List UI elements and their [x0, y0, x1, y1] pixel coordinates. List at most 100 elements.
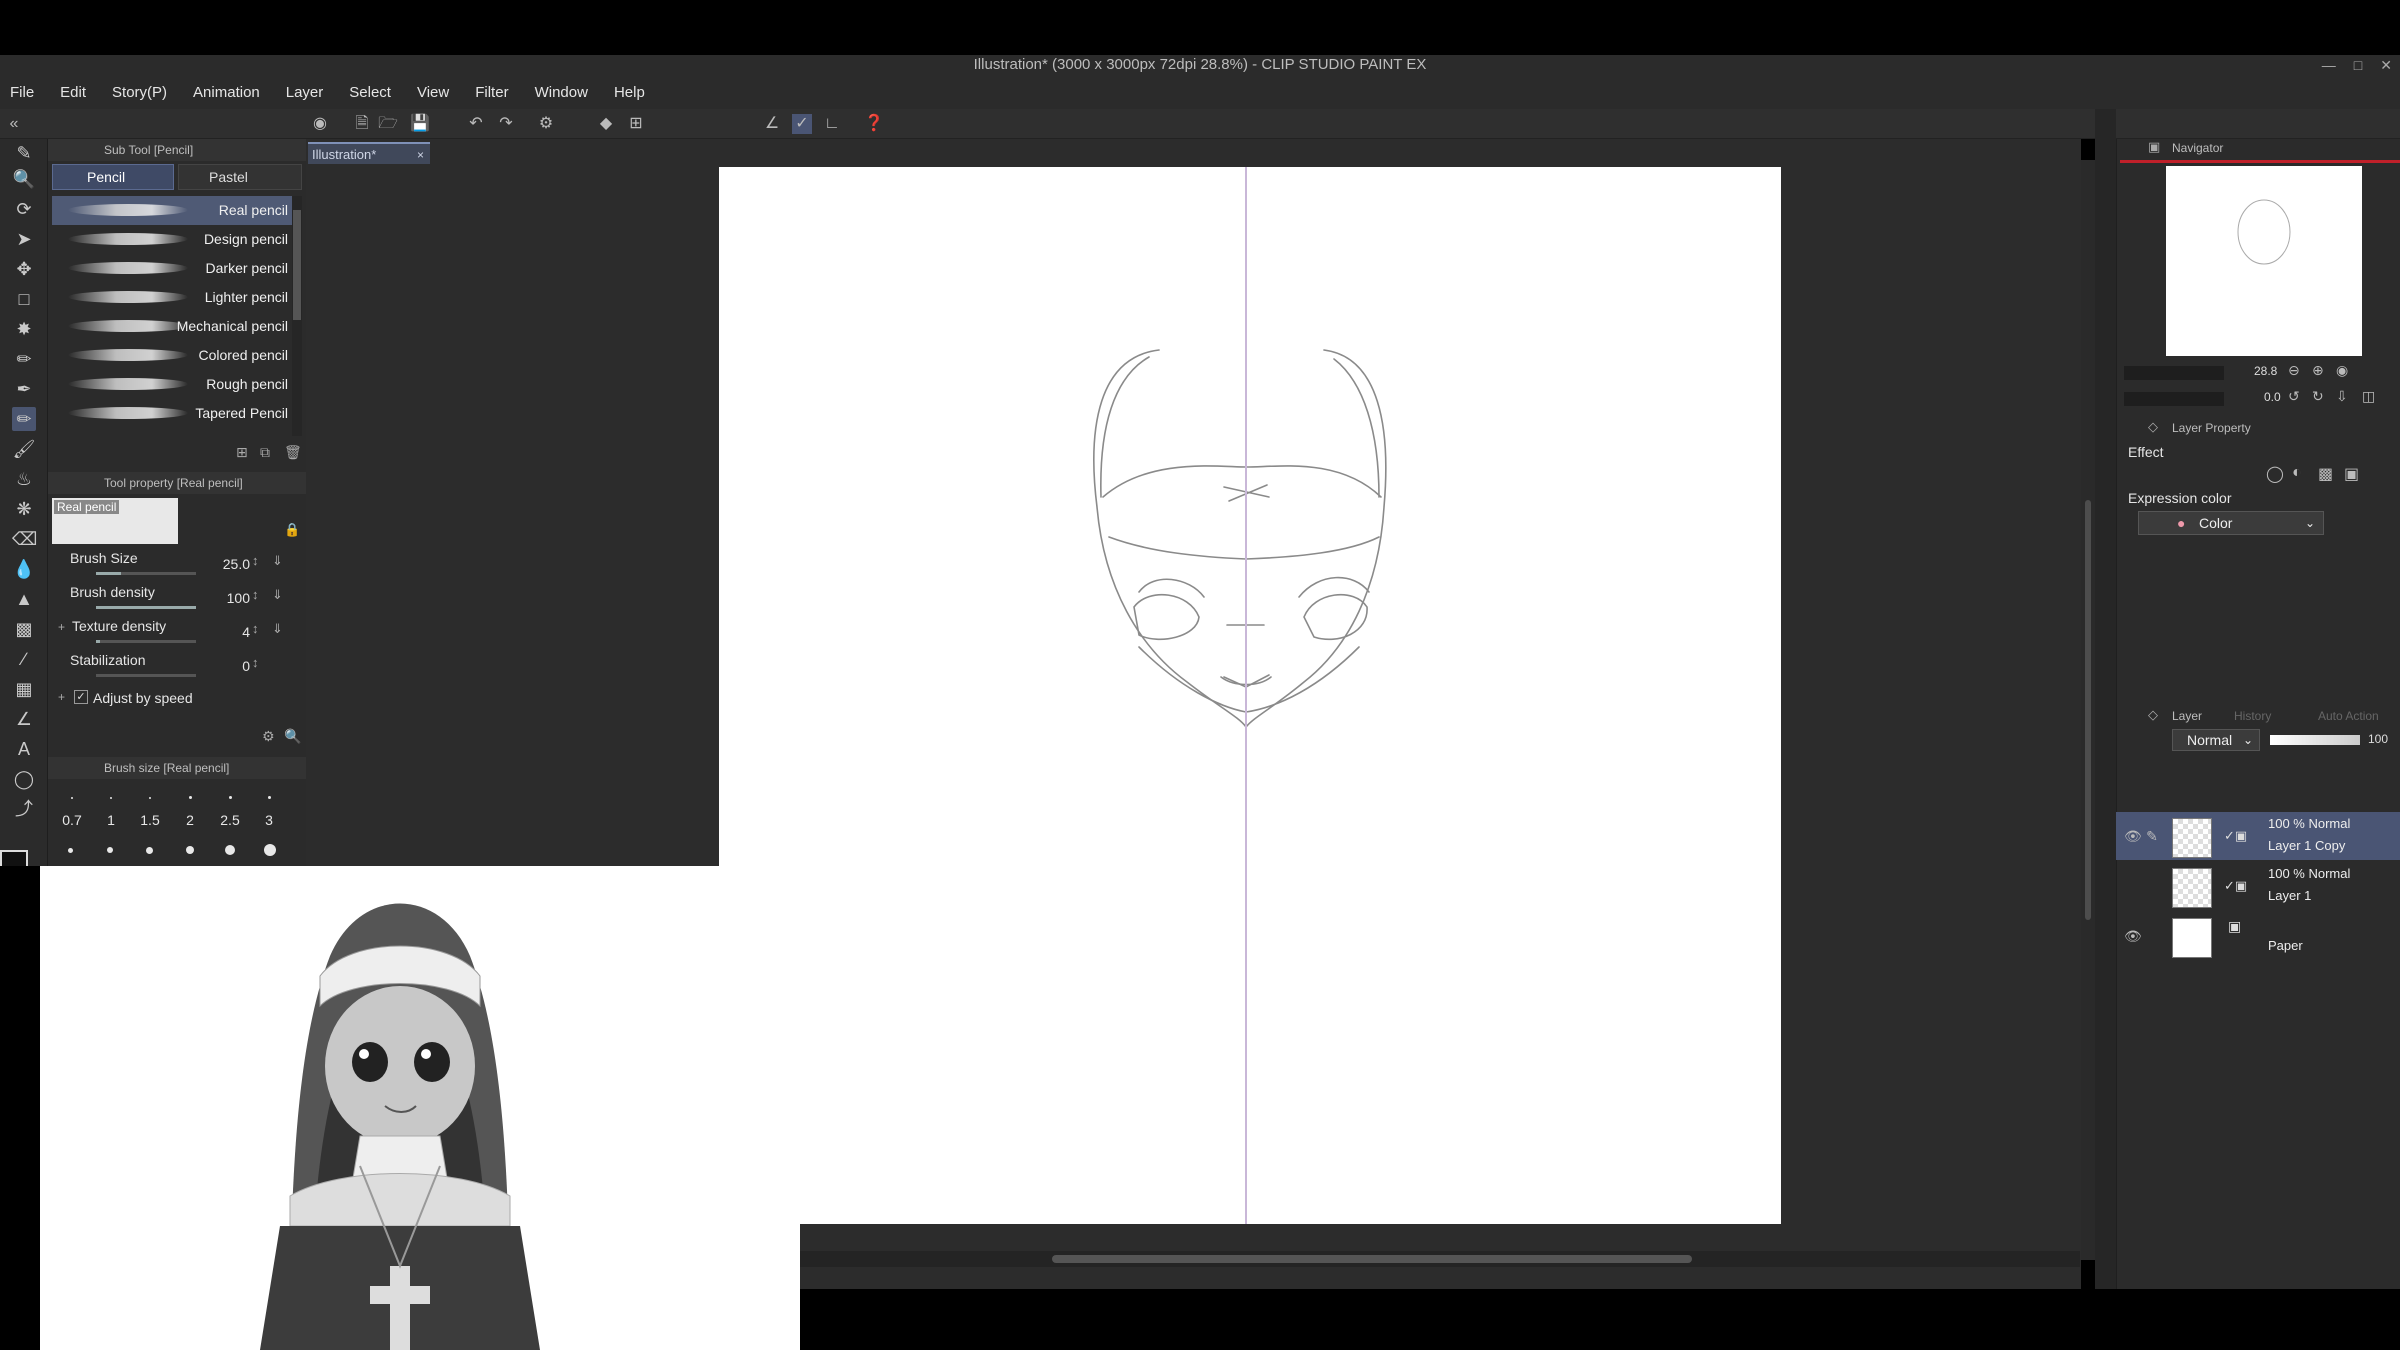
menu-help[interactable]: Help — [614, 84, 645, 101]
rotate-left-icon[interactable]: ↺ — [2288, 388, 2300, 405]
blend-mode-dropdown[interactable]: Normal ⌄ — [2172, 729, 2260, 751]
menu-animation[interactable]: Animation — [193, 84, 260, 101]
move-icon[interactable]: ✥ — [12, 257, 36, 281]
rotate-slider[interactable] — [2124, 392, 2224, 406]
tab-pastel[interactable]: Pastel — [178, 164, 302, 190]
help-icon[interactable]: ❓ — [864, 114, 884, 134]
pen-icon[interactable]: ✒ — [12, 377, 36, 401]
brush-design-pencil[interactable]: Design pencil — [52, 225, 292, 254]
eyedropper-icon[interactable]: ✏ — [12, 347, 36, 371]
layer-color-icon[interactable]: ▣ — [2344, 464, 2359, 484]
special-ruler-icon[interactable]: ∟ — [822, 114, 842, 134]
pencil-icon[interactable]: ✏ — [12, 407, 36, 431]
crop-icon[interactable]: ⊞ — [626, 114, 646, 134]
adjust-speed-checkbox[interactable]: ✓ — [74, 690, 88, 704]
brush-size-option[interactable]: 1.5 — [135, 812, 165, 828]
rotation-value[interactable]: 0.0 — [2264, 390, 2281, 404]
brush-size-dot[interactable] — [225, 845, 235, 855]
border-effect-icon[interactable]: ◯ — [2266, 464, 2284, 484]
decoration-icon[interactable]: ❋ — [12, 497, 36, 521]
expression-color-dropdown[interactable]: Color ● ⌄ — [2138, 511, 2324, 535]
brush-size-option[interactable]: 1 — [96, 812, 126, 828]
brush-rough-pencil[interactable]: Rough pencil — [52, 370, 292, 399]
blend-icon[interactable]: 💧 — [12, 557, 36, 581]
fill-icon[interactable]: ◆ — [596, 114, 616, 134]
menu-select[interactable]: Select — [349, 84, 391, 101]
menu-window[interactable]: Window — [535, 84, 588, 101]
pressure-icon[interactable]: ⇓ — [272, 621, 283, 637]
reset-rotation-icon[interactable]: ⇩ — [2336, 388, 2348, 405]
gradient-icon[interactable]: ▩ — [12, 617, 36, 641]
menu-file[interactable]: File — [10, 84, 34, 101]
add-subtool-icon[interactable]: ⊞ — [236, 444, 248, 461]
balloon-icon[interactable]: ◯ — [12, 767, 36, 791]
lock-icon[interactable]: 🔒 — [284, 522, 300, 538]
eye-icon[interactable]: 👁 — [2124, 928, 2142, 944]
ruler-tool-icon[interactable]: ∠ — [12, 707, 36, 731]
magic-wand-icon[interactable]: ✸ — [12, 317, 36, 341]
opacity-slider[interactable] — [2270, 735, 2360, 745]
tone-icon[interactable]: ▩ — [2318, 464, 2333, 484]
brush-size-dot[interactable] — [149, 797, 151, 799]
text-icon[interactable]: A — [12, 737, 36, 761]
settings-icon[interactable]: ⚙ — [536, 114, 556, 134]
menu-edit[interactable]: Edit — [60, 84, 86, 101]
layer-row-paper[interactable]: 👁 ▣ Paper — [2116, 912, 2400, 960]
delete-subtool-icon[interactable]: 🗑 — [284, 444, 302, 461]
brush-size-dot[interactable] — [264, 844, 276, 856]
clip-studio-icon[interactable]: ◉ — [310, 114, 330, 134]
brush-size-dot[interactable] — [268, 796, 271, 799]
brush-size-dot[interactable] — [68, 848, 73, 853]
menu-story[interactable]: Story(P) — [112, 84, 167, 101]
horizontal-scroll-thumb[interactable] — [1052, 1255, 1692, 1263]
pressure-icon[interactable]: ⇓ — [272, 553, 283, 569]
maximize-button[interactable]: □ — [2354, 57, 2362, 73]
search-icon[interactable]: 🔍 — [284, 728, 301, 745]
texture-density-slider[interactable] — [96, 640, 196, 643]
brush-size-dot[interactable] — [107, 847, 113, 853]
pen-tool-icon[interactable]: ✎ — [12, 141, 36, 165]
brush-size-dot[interactable] — [186, 846, 194, 854]
brush-size-option[interactable]: 2.5 — [215, 812, 245, 828]
navigator-header[interactable]: Navigator — [2172, 141, 2223, 155]
layer-row-layer-1-copy[interactable]: 👁 ✎ ✓▣ 100 % Normal Layer 1 Copy — [2116, 812, 2400, 860]
fit-icon[interactable]: ◉ — [2336, 362, 2348, 379]
brush-icon[interactable]: 🖌 — [12, 437, 36, 461]
brush-tapered-pencil[interactable]: Tapered Pencil — [52, 399, 292, 428]
brush-density-value[interactable]: 100 — [190, 590, 250, 606]
zoom-value[interactable]: 28.8 — [2254, 364, 2277, 378]
brush-size-dot[interactable] — [71, 797, 73, 799]
duplicate-subtool-icon[interactable]: ⧉ — [260, 444, 270, 461]
brush-size-dot[interactable] — [146, 847, 153, 854]
brush-size-spinner[interactable]: ↕ — [252, 553, 259, 568]
brush-density-spinner[interactable]: ↕ — [252, 587, 259, 602]
zoom-slider[interactable] — [2124, 366, 2224, 380]
zoom-out-icon[interactable]: ⊖ — [2288, 362, 2300, 379]
brush-mechanical-pencil[interactable]: Mechanical pencil — [52, 312, 292, 341]
layer-property-header[interactable]: Layer Property — [2172, 421, 2251, 435]
rotate-right-icon[interactable]: ↻ — [2312, 388, 2324, 405]
save-icon[interactable]: 💾 — [410, 114, 430, 134]
stabilization-slider[interactable] — [96, 674, 196, 677]
tab-history[interactable]: History — [2234, 709, 2271, 723]
extract-line-icon[interactable]: ◐ — [2292, 464, 2302, 482]
redo-icon[interactable]: ↷ — [496, 114, 516, 134]
brush-colored-pencil[interactable]: Colored pencil — [52, 341, 292, 370]
brush-size-option[interactable]: 3 — [254, 812, 284, 828]
undo-icon[interactable]: ↶ — [466, 114, 486, 134]
brush-size-dot[interactable] — [229, 796, 232, 799]
minimize-button[interactable]: — — [2322, 57, 2336, 73]
brush-size-dot[interactable] — [189, 796, 192, 799]
sub-tool-scroll-thumb[interactable] — [293, 210, 301, 320]
brush-size-dot[interactable] — [110, 797, 112, 799]
opacity-value[interactable]: 100 — [2368, 732, 2388, 746]
eraser-icon[interactable]: ⌫ — [12, 527, 37, 551]
layer-row-layer-1[interactable]: ✓▣ 100 % Normal Layer 1 — [2116, 862, 2400, 910]
tab-illustration[interactable]: Illustration* × — [308, 142, 430, 164]
eye-icon[interactable]: 👁 — [2124, 828, 2142, 844]
vertical-scroll-thumb[interactable] — [2085, 500, 2091, 920]
fill-bucket-icon[interactable]: ▲ — [12, 587, 36, 611]
texture-density-value[interactable]: 4 — [190, 624, 250, 640]
menu-layer[interactable]: Layer — [286, 84, 324, 101]
menu-filter[interactable]: Filter — [475, 84, 508, 101]
